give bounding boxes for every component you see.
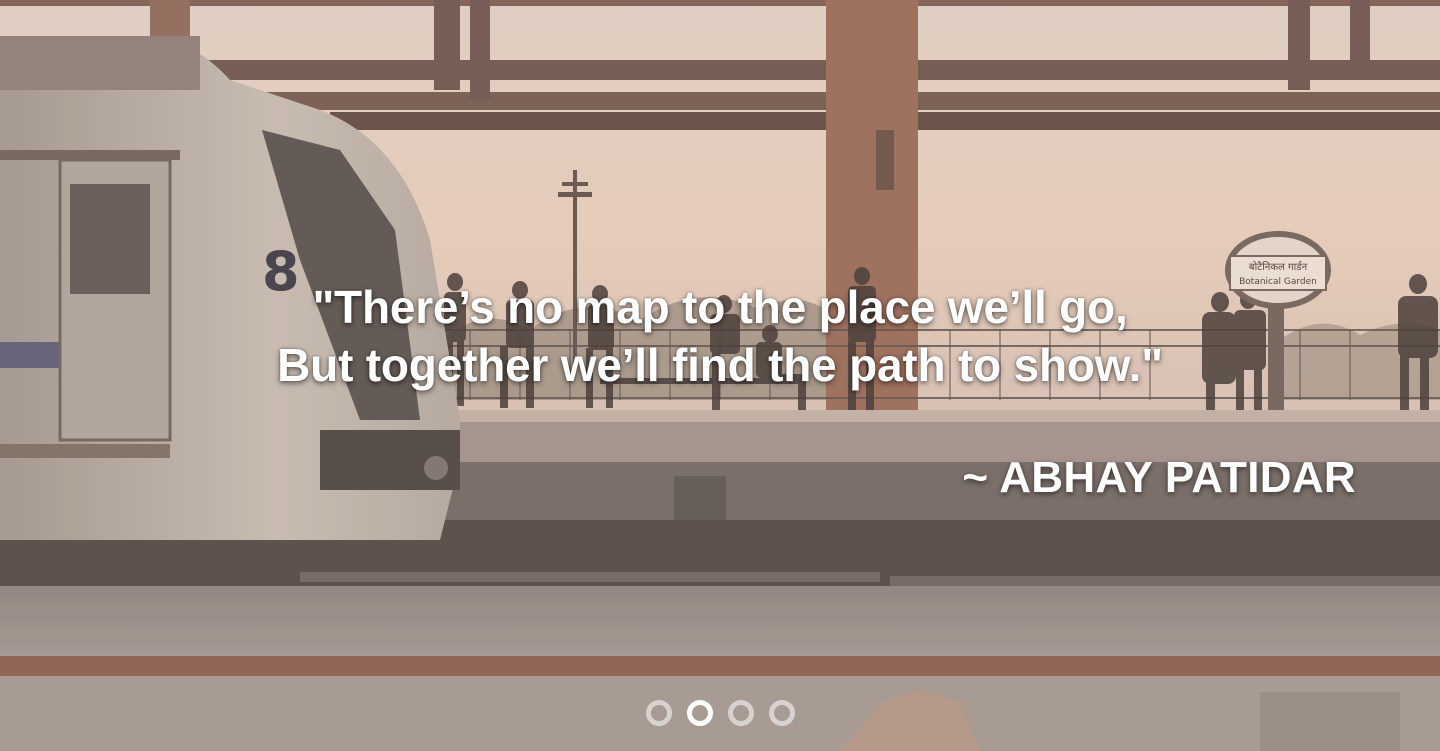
quote-text: "There’s no map to the place we’ll go, B… <box>0 278 1440 394</box>
slide-dot-2[interactable] <box>686 700 713 726</box>
slide-dot-3[interactable] <box>727 700 754 726</box>
slide-dot-4[interactable] <box>768 700 795 726</box>
quote-author: ~ ABHAY PATIDAR <box>962 453 1356 502</box>
quote-line-1: "There’s no map to the place we’ll go, <box>312 281 1128 333</box>
hero-slider: बोटैनिकल गार्डन Botanical Garden 8 "Ther… <box>0 0 1440 751</box>
slide-dot-1[interactable] <box>645 700 672 726</box>
slide-indicators <box>0 700 1440 726</box>
quote-line-2: But together we’ll find the path to show… <box>277 339 1163 391</box>
